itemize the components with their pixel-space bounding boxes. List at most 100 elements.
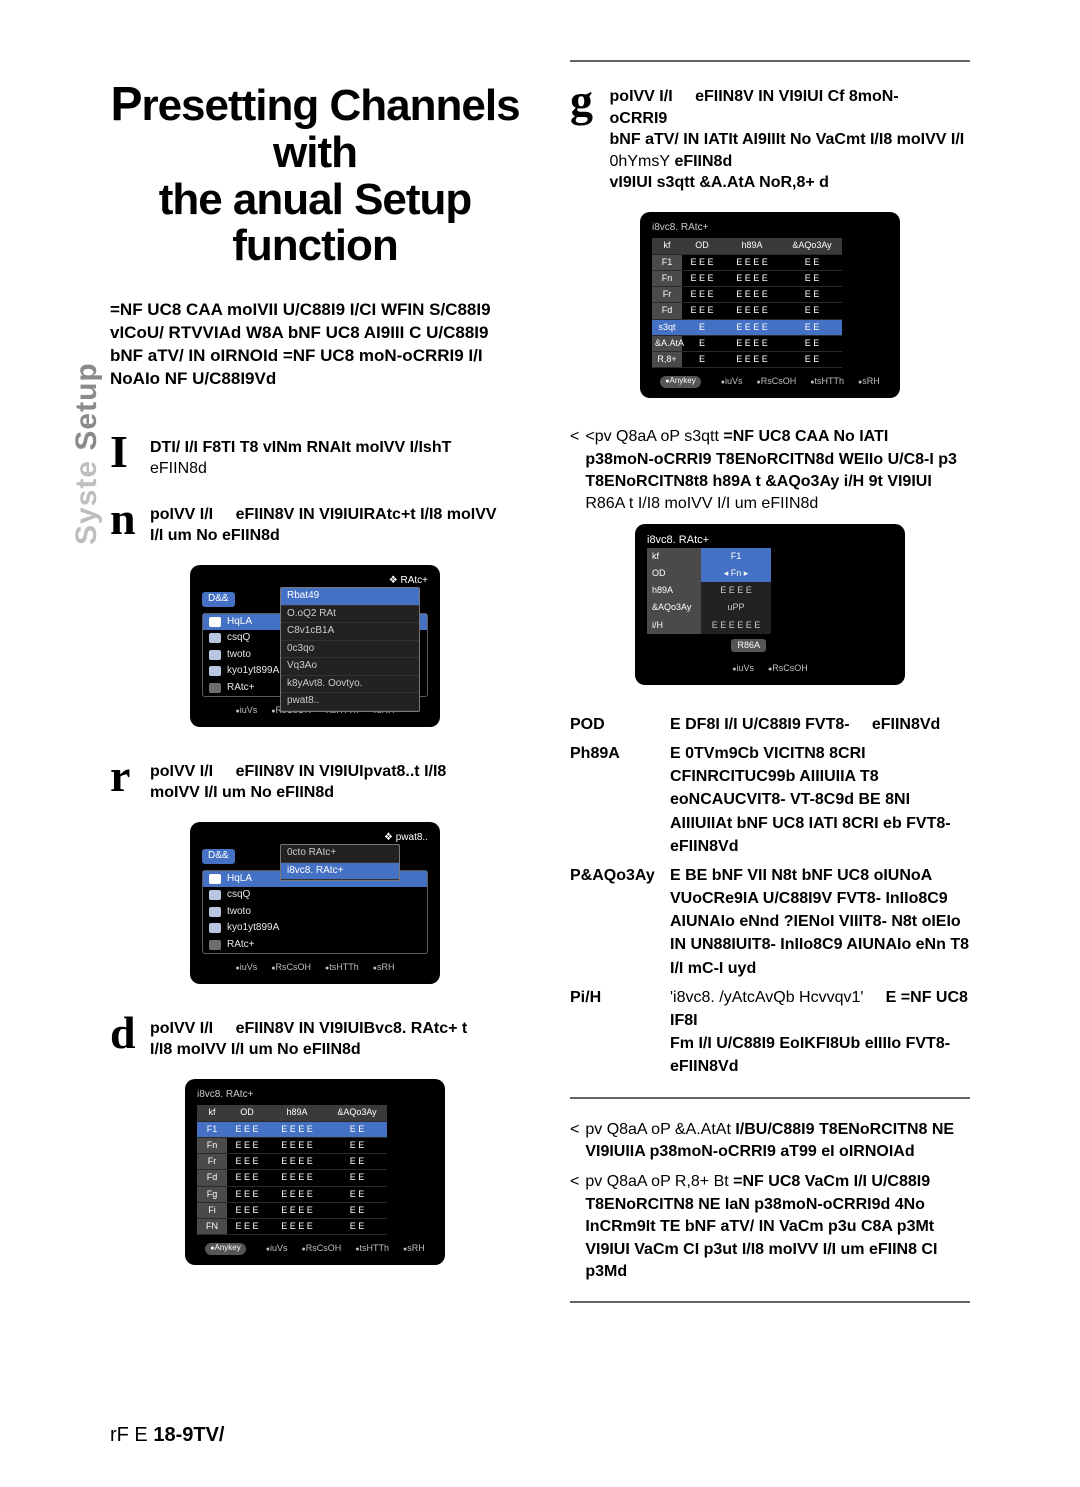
s4b1: RsCsOH [302, 1243, 342, 1255]
s4r2c3: E E [327, 1154, 387, 1170]
s3b1: RsCsOH [271, 962, 311, 974]
screen-4: i8vc8. RAtc+ kf OD h89A &AQo3Ay F1E E EE… [185, 1079, 445, 1265]
s4r5c2: E E E E [267, 1203, 327, 1219]
step-num-3: r [110, 755, 150, 796]
step-num-5: g [570, 80, 610, 121]
screen5b-bar: iuVs RsCsOH [647, 663, 893, 675]
s5bb0: iuVs [732, 663, 754, 675]
s5ac3: &AQo3Ay [782, 238, 842, 254]
screen2-popout: Rbat49 O.oQ2 RAt C8v1cB1A 0c3qo Vq3Ao k8… [280, 587, 420, 712]
s5ae2c2: E E E E [722, 352, 782, 368]
rule-top [570, 60, 970, 62]
screen-5b: i8vc8. RAtc+ kfF1 OD◂ Fn ▸ h89AE E E E &… [635, 524, 905, 685]
s5br2v: E E E E [701, 582, 771, 599]
s4r2c2: E E E E [267, 1154, 327, 1170]
bottom-notes: pv Q8aA oP &A.AtAt I/BU/C88I9 T8ENoRCITN… [570, 1119, 970, 1284]
step1-text: DTI/ I/I F8TI T8 vINm RNAIt moIVV I/IshT [150, 439, 451, 456]
footer-pre: rF E [110, 1424, 153, 1446]
s4r2c1: E E E [227, 1154, 267, 1170]
screen4-grid: kf OD h89A &AQo3Ay F1E E EE E E EE E FnE… [197, 1105, 433, 1235]
s4r4c3: E E [327, 1187, 387, 1203]
s2-p2: C8v1cB1A [281, 623, 419, 641]
step3-pre: poIVV I/I [150, 763, 213, 780]
s5ae1c3: E E [782, 336, 842, 352]
screen2-tab: D&& [202, 592, 235, 607]
step5-e1s: eFIIN8d [674, 153, 732, 170]
bn2-pre: pv Q8aA oP R,8+ Bt [585, 1173, 733, 1190]
s5br1l: OD [647, 565, 701, 582]
step5-e2: vI9IUI s3qtt &A.AtA NoR,8+ d [610, 174, 829, 191]
rule-bot [570, 1301, 970, 1303]
s5br4v: E E E E E E [701, 617, 771, 634]
intro-text: =NF UC8 CAA moIVII U/C88I9 I/CI WFIN S/C… [110, 299, 520, 391]
n4-pre: 'i8vc8. /yAtcAvQb Hcvvqv1' [670, 989, 863, 1006]
s5ar1c2: E E E E [722, 271, 782, 287]
s4r4c0: Fg [197, 1187, 227, 1203]
s2-p4: Vq3Ao [281, 658, 419, 676]
s5ae0c1: E [682, 320, 722, 336]
s5br3v: uPP [701, 599, 771, 616]
step-4: d poIVV I/I eFIIN8V IN VI9IUIBvc8. RAtc+… [110, 1012, 520, 1061]
s5ae0c0: s3qt [652, 320, 682, 336]
screen5a-title: i8vc8. RAtc+ [652, 222, 888, 235]
s5ab2: tsHTTh [810, 376, 844, 388]
step2-pre: poIVV I/I [150, 506, 213, 523]
s2-item0: HqLA [227, 616, 252, 629]
s5ab3: sRH [858, 376, 880, 388]
s5ar3c0: Fd [652, 303, 682, 319]
step-2: n poIVV I/I eFIIN8V IN VI9IUIRAtc+t I/I8… [110, 498, 520, 547]
s5ar0c0: F1 [652, 255, 682, 271]
step-3: r poIVV I/I eFIIN8V IN VI9IUIpvat8..t I/… [110, 755, 520, 804]
s5ar2c0: Fr [652, 287, 682, 303]
s5ae2c0: R,8+ [652, 352, 682, 368]
step2-mid: eFIIN8V IN VI9IUIRAtc+t I/I8 moIVV [236, 506, 497, 523]
s5ac0: kf [652, 238, 682, 254]
s4r1c0: Fn [197, 1138, 227, 1154]
n1-s: eFIIN8Vd [872, 716, 940, 733]
s5ar0c3: E E [782, 255, 842, 271]
n4-bold: Fm I/I U/C88I9 EoIKFI8Ub eIIIIo FVT8- eF… [670, 1035, 950, 1075]
mn-l3: T8ENoRCITN8t8 h89A t &AQo3Ay i/H 9t VI9I… [585, 473, 931, 490]
s5ae1c0: &A.AtA [652, 336, 682, 352]
step5-e1p: 0hYmsY [610, 153, 670, 170]
s4b0: iuVs [266, 1243, 288, 1255]
s5ac1: OD [682, 238, 722, 254]
s5bb1: RsCsOH [768, 663, 808, 675]
s3-item1: csqQ [227, 889, 250, 902]
s4r3c1: E E E [227, 1170, 267, 1186]
s4r6c0: FN [197, 1219, 227, 1235]
s2-item2: twoto [227, 649, 251, 662]
s4r0c2: E E E E [267, 1122, 327, 1138]
step4-post: I/I8 moIVV I/I um No eFIIN8d [150, 1041, 361, 1058]
step-5: g poIVV I/I eFIIN8V IN VI9IUI Cf 8moN-oC… [570, 80, 970, 194]
s4anykey: Anykey [205, 1243, 245, 1255]
s2-p5: k8yAvt8. Oovtyo. [281, 676, 419, 694]
s4r0c1: E E E [227, 1122, 267, 1138]
s5ar3c3: E E [782, 303, 842, 319]
n4-lead: Pi/H [570, 986, 670, 1079]
s5ae0c2: E E E E [722, 320, 782, 336]
s3b0: iuVs [236, 962, 258, 974]
s4c1: OD [227, 1105, 267, 1121]
screen5b-title: i8vc8. RAtc+ [647, 534, 893, 548]
step5-post: bNF aTV/ IN IATIt AI9IIIt No VaCmt I/I8 … [610, 131, 965, 148]
s4r5c0: Fi [197, 1203, 227, 1219]
page-footer: rF E 18-9TV/ [110, 1424, 225, 1447]
s4r1c1: E E E [227, 1138, 267, 1154]
n3-lead: P&AQo3Ay [570, 864, 670, 980]
s2b0: iuVs [236, 705, 258, 717]
screen-3: pwat8.. D&& HqLA csqQ twoto kyo1yt899A R… [190, 822, 440, 984]
screen4-bar: Anykey iuVs RsCsOH tsHTTh sRH [197, 1243, 433, 1255]
n2-body: E 0TVm9Cb VICITN8 8CRI CFINRCITUC99b AII… [670, 742, 970, 858]
s3-item4: RAtc+ [227, 939, 255, 952]
screen-2: RAtc+ D&& HqLA csqQ twoto kyo1yt899A RAt… [190, 565, 440, 727]
s3-p0: 0cto RAtc+ [281, 845, 399, 863]
s5br3l: &AQo3Ay [647, 599, 701, 616]
mn-l1b: =NF UC8 CAA No IATI [723, 428, 888, 445]
screen3-bar: iuVs RsCsOH tsHTTh sRH [202, 962, 428, 974]
screen5a-bar: Anykey iuVs RsCsOH tsHTTh sRH [652, 376, 888, 388]
s4c2: h89A [267, 1105, 327, 1121]
notes-list: POD E DF8I I/I U/C88I9 FVT8- eFIIN8Vd Ph… [570, 713, 970, 1079]
s5br0l: kf [647, 548, 701, 565]
s5ae1c1: E [682, 336, 722, 352]
